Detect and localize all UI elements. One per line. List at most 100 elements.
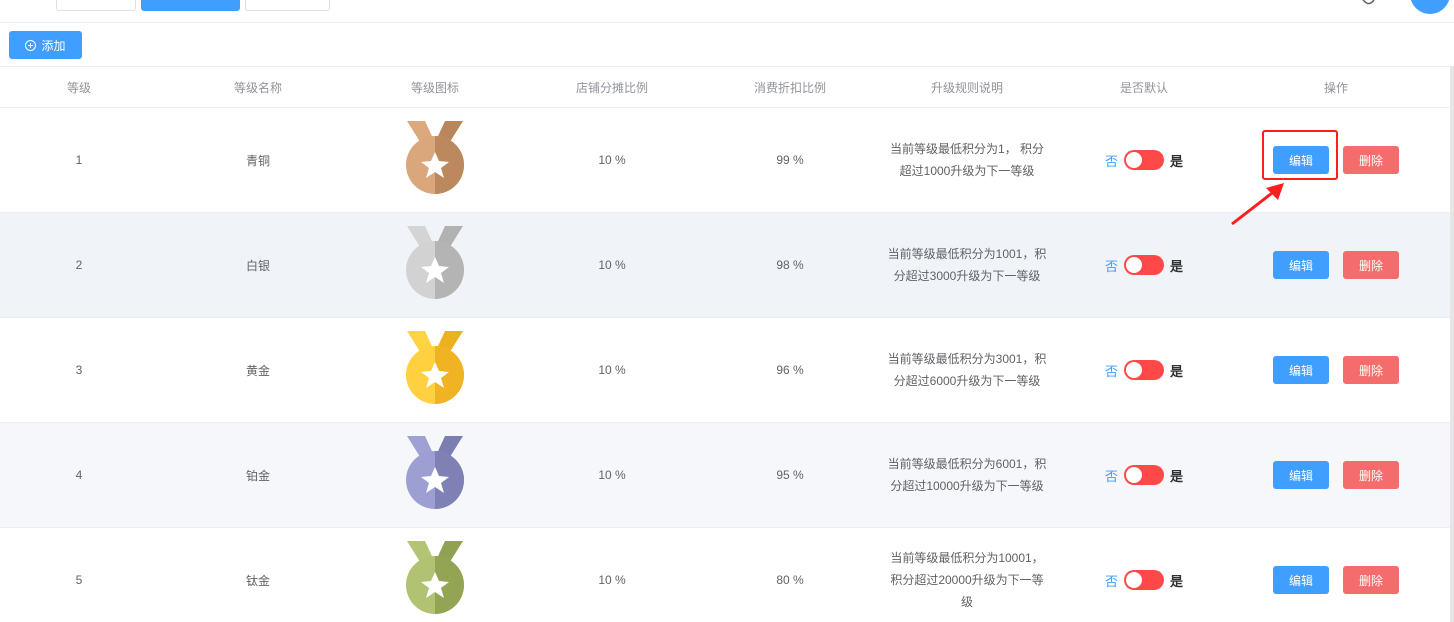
level-cell: 5 [0,528,158,622]
top-tab-3[interactable] [245,0,330,11]
name-cell: 铂金 [158,423,358,527]
level-table: 等级 等级名称 等级图标 店铺分摊比例 消费折扣比例 升级规则说明 是否默认 操… [0,66,1450,622]
default-cell: 否 是 [1066,528,1222,622]
rule-cell: 当前等级最低积分为10001，积分超过20000升级为下一等级 [868,528,1066,622]
name-cell: 青铜 [158,108,358,212]
rule-cell: 当前等级最低积分为1， 积分超过1000升级为下一等级 [868,108,1066,212]
edit-button[interactable]: 编辑 [1273,356,1329,384]
default-switch[interactable] [1124,255,1164,275]
rule-text: 当前等级最低积分为1， 积分超过1000升级为下一等级 [889,142,1044,178]
switch-off-label[interactable]: 否 [1105,151,1118,170]
discount-value: 80 % [776,573,804,587]
switch-off-label[interactable]: 否 [1105,571,1118,590]
discount-cell: 80 % [712,528,868,622]
discount-cell: 96 % [712,318,868,422]
level-value: 4 [75,468,83,482]
delete-button[interactable]: 删除 [1343,356,1399,384]
edit-button[interactable]: 编辑 [1273,251,1329,279]
icon-cell [358,318,512,422]
share-cell: 10 % [512,528,712,622]
default-switch[interactable] [1124,360,1164,380]
switch-on-label[interactable]: 是 [1170,466,1183,485]
share-cell: 10 % [512,423,712,527]
rule-cell: 当前等级最低积分为6001，积分超过10000升级为下一等级 [868,423,1066,527]
switch-off-label[interactable]: 否 [1105,466,1118,485]
share-cell: 10 % [512,318,712,422]
delete-button[interactable]: 删除 [1343,146,1399,174]
level-name: 青铜 [245,153,270,168]
top-tab-2-active[interactable] [141,0,240,11]
add-button[interactable]: 添加 [9,31,82,59]
icon-cell [358,528,512,622]
actions-cell: 编辑 删除 [1222,213,1450,317]
switch-knob [1126,152,1142,168]
plus-circle-icon [25,39,37,51]
default-switch[interactable] [1124,465,1164,485]
rule-text: 当前等级最低积分为10001，积分超过20000升级为下一等级 [890,551,1044,609]
name-cell: 白银 [158,213,358,317]
default-switch-group: 否 是 [1105,465,1183,485]
share-value: 10 % [598,363,626,377]
switch-on-label[interactable]: 是 [1170,256,1183,275]
edit-button[interactable]: 编辑 [1273,566,1329,594]
default-cell: 否 是 [1066,213,1222,317]
level-value: 5 [75,573,83,587]
switch-off-label[interactable]: 否 [1105,256,1118,275]
edit-button[interactable]: 编辑 [1273,461,1329,489]
actions-cell: 编辑 删除 [1222,423,1450,527]
level-cell: 3 [0,318,158,422]
level-value: 2 [75,258,83,272]
icon-cell [358,423,512,527]
share-cell: 10 % [512,213,712,317]
default-switch-group: 否 是 [1105,150,1183,170]
vertical-scrollbar[interactable] [1450,66,1454,622]
delete-button[interactable]: 删除 [1343,251,1399,279]
switch-knob [1126,467,1142,483]
row-actions: 编辑 删除 [1273,251,1399,279]
header-share: 店铺分摊比例 [575,80,648,95]
avatar[interactable] [1410,0,1450,14]
discount-value: 96 % [776,363,804,377]
discount-cell: 98 % [712,213,868,317]
row-actions: 编辑 删除 [1273,356,1399,384]
level-name: 黄金 [245,363,270,378]
top-tab-1[interactable] [56,0,136,11]
switch-off-label[interactable]: 否 [1105,361,1118,380]
header-discount: 消费折扣比例 [753,80,826,95]
switch-on-label[interactable]: 是 [1170,151,1183,170]
medal-icon [406,331,464,404]
default-switch[interactable] [1124,150,1164,170]
medal-icon [406,436,464,509]
refresh-icon[interactable] [1358,0,1378,8]
discount-value: 95 % [776,468,804,482]
delete-button[interactable]: 删除 [1343,461,1399,489]
level-value: 3 [75,363,83,377]
header-icon: 等级图标 [410,80,459,95]
default-switch[interactable] [1124,570,1164,590]
add-button-label: 添加 [41,38,66,53]
annotation-highlight-box [1262,130,1338,180]
level-value: 1 [75,153,83,167]
delete-button[interactable]: 删除 [1343,566,1399,594]
share-value: 10 % [598,153,626,167]
discount-cell: 95 % [712,423,868,527]
header-actions: 操作 [1323,80,1348,95]
level-cell: 4 [0,423,158,527]
rule-text: 当前等级最低积分为3001，积分超过6000升级为下一等级 [887,352,1047,388]
switch-knob [1126,257,1142,273]
share-value: 10 % [598,468,626,482]
switch-on-label[interactable]: 是 [1170,361,1183,380]
actions-cell: 编辑 删除 [1222,318,1450,422]
share-value: 10 % [598,573,626,587]
name-cell: 钛金 [158,528,358,622]
level-name: 白银 [245,258,270,273]
rule-cell: 当前等级最低积分为3001，积分超过6000升级为下一等级 [868,318,1066,422]
switch-on-label[interactable]: 是 [1170,571,1183,590]
discount-cell: 99 % [712,108,868,212]
level-cell: 1 [0,108,158,212]
share-cell: 10 % [512,108,712,212]
default-cell: 否 是 [1066,318,1222,422]
level-name: 铂金 [245,468,270,483]
medal-icon [406,226,464,299]
discount-value: 99 % [776,153,804,167]
